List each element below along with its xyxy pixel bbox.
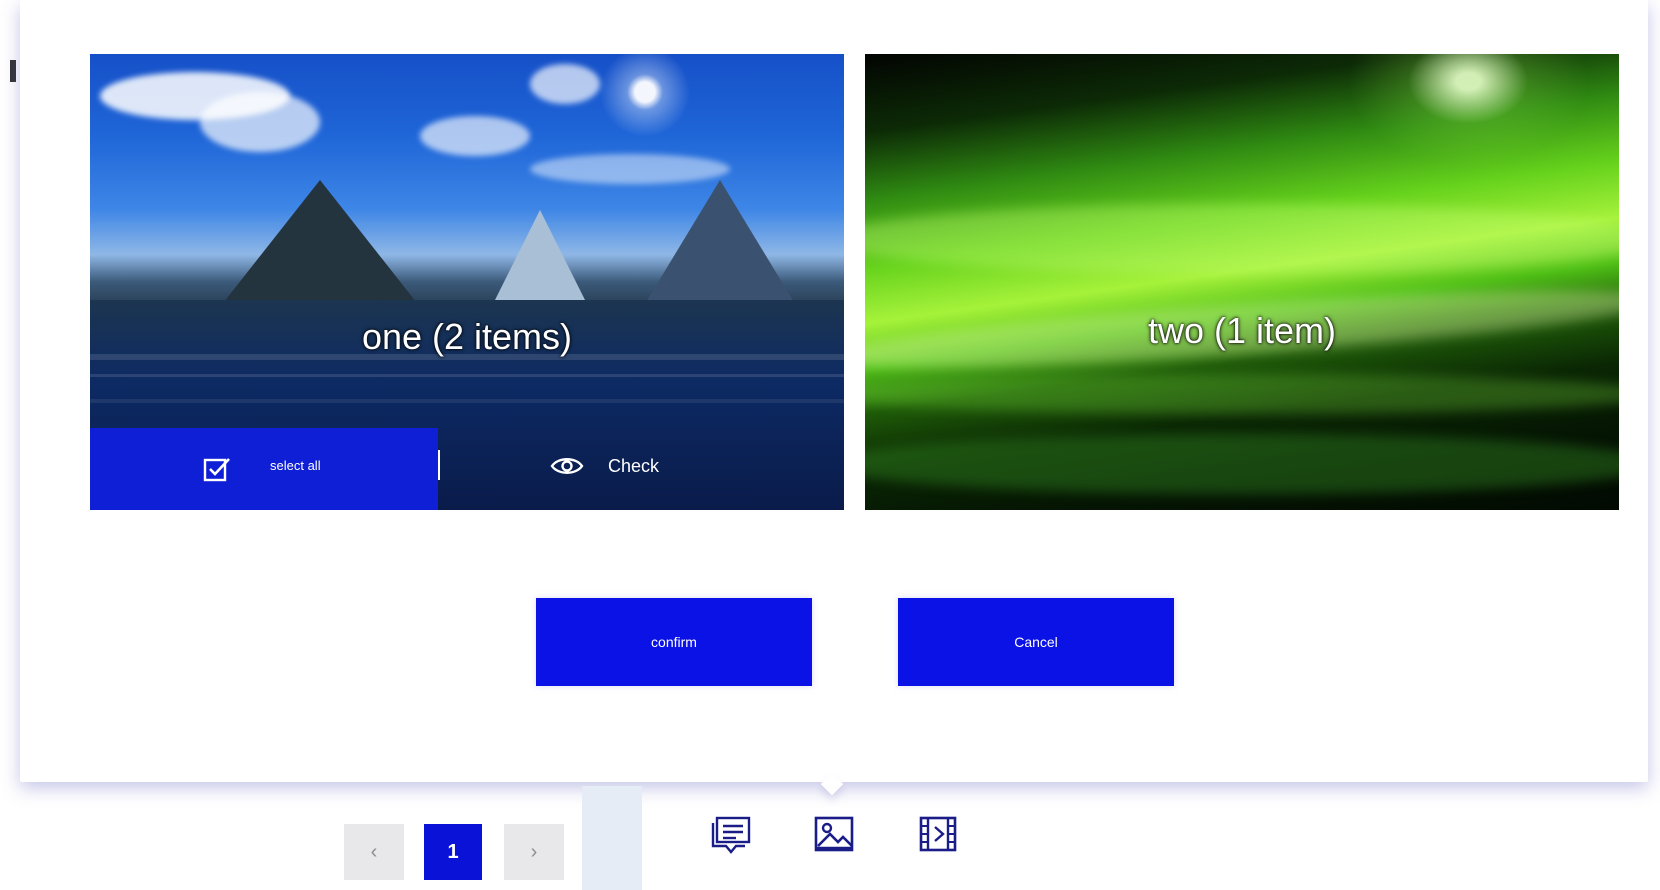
card-action-bar: select all Check (90, 428, 844, 510)
action-divider (438, 450, 440, 480)
previous-page-button[interactable]: ‹ (344, 824, 404, 880)
select-popover: one (2 items) select all Check two (1 it… (20, 0, 1648, 782)
card-title: two (1 item) (1147, 310, 1337, 351)
check-button[interactable]: Check (550, 450, 680, 486)
chevron-left-icon: ‹ (370, 840, 378, 863)
group-card-one[interactable]: one (2 items) select all Check (90, 54, 844, 510)
next-page-button[interactable]: › (504, 824, 564, 880)
eye-icon (550, 454, 584, 478)
text-message-icon[interactable] (710, 812, 754, 856)
background-mark (10, 60, 16, 82)
checkbox-checked-icon (202, 454, 232, 484)
cancel-button[interactable]: Cancel (898, 598, 1174, 686)
select-all-label: select all (270, 458, 321, 473)
check-label: Check (608, 456, 660, 476)
page-number-current[interactable]: 1 (424, 824, 482, 880)
video-icon[interactable] (916, 812, 960, 856)
chevron-right-icon: › (530, 840, 538, 863)
image-icon[interactable] (812, 812, 856, 856)
divider-column (582, 786, 642, 890)
card-title: one (2 items) (361, 316, 573, 357)
select-all-button[interactable]: select all (90, 428, 438, 510)
group-card-two[interactable]: two (1 item) (865, 54, 1619, 510)
confirm-button[interactable]: confirm (536, 598, 812, 686)
